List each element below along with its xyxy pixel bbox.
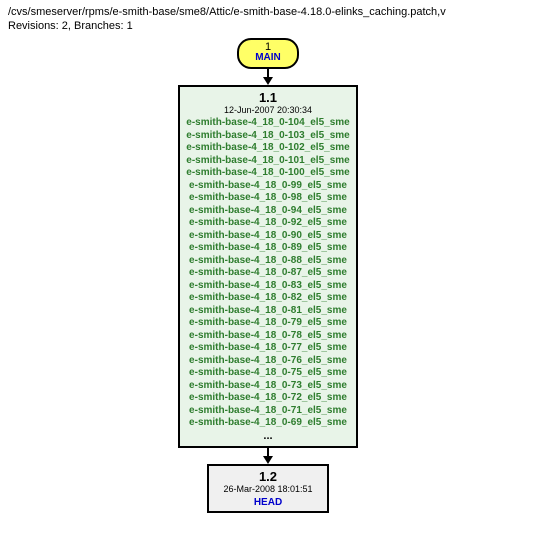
- tag: e-smith-base-4_18_0-69_el5_sme: [186, 417, 349, 430]
- revision-node-1-1[interactable]: 1.1 12-Jun-2007 20:30:34 e-smith-base-4_…: [178, 85, 357, 448]
- tag: e-smith-base-4_18_0-87_el5_sme: [186, 267, 349, 280]
- head-label: HEAD: [223, 497, 313, 508]
- tag: e-smith-base-4_18_0-94_el5_sme: [186, 205, 349, 218]
- file-path: /cvs/smeserver/rpms/e-smith-base/sme8/At…: [8, 6, 528, 18]
- tag: e-smith-base-4_18_0-73_el5_sme: [186, 380, 349, 393]
- tag: e-smith-base-4_18_0-82_el5_sme: [186, 292, 349, 305]
- revision-graph: 1 MAIN 1.1 12-Jun-2007 20:30:34 e-smith-…: [8, 38, 528, 513]
- tag: e-smith-base-4_18_0-102_el5_sme: [186, 142, 349, 155]
- tag: e-smith-base-4_18_0-89_el5_sme: [186, 242, 349, 255]
- revision-number: 1.2: [223, 469, 313, 485]
- tag: e-smith-base-4_18_0-103_el5_sme: [186, 130, 349, 143]
- revision-summary: Revisions: 2, Branches: 1: [8, 20, 528, 32]
- revision-number: 1.1: [186, 90, 349, 106]
- tag: e-smith-base-4_18_0-77_el5_sme: [186, 342, 349, 355]
- tag: e-smith-base-4_18_0-71_el5_sme: [186, 405, 349, 418]
- tag: e-smith-base-4_18_0-81_el5_sme: [186, 305, 349, 318]
- arrow-down-icon: [263, 77, 273, 85]
- branch-name: MAIN: [249, 53, 287, 63]
- connector: [263, 69, 273, 85]
- tag: e-smith-base-4_18_0-79_el5_sme: [186, 317, 349, 330]
- tag: e-smith-base-4_18_0-75_el5_sme: [186, 367, 349, 380]
- tag: e-smith-base-4_18_0-92_el5_sme: [186, 217, 349, 230]
- revision-timestamp: 26-Mar-2008 18:01:51: [223, 485, 313, 495]
- tag: e-smith-base-4_18_0-88_el5_sme: [186, 255, 349, 268]
- tag-list: e-smith-base-4_18_0-104_el5_smee-smith-b…: [186, 117, 349, 430]
- arrow-down-icon: [263, 456, 273, 464]
- tag: e-smith-base-4_18_0-72_el5_sme: [186, 392, 349, 405]
- tag: e-smith-base-4_18_0-76_el5_sme: [186, 355, 349, 368]
- tag: e-smith-base-4_18_0-90_el5_sme: [186, 230, 349, 243]
- tag: e-smith-base-4_18_0-100_el5_sme: [186, 167, 349, 180]
- tag: e-smith-base-4_18_0-98_el5_sme: [186, 192, 349, 205]
- tag: e-smith-base-4_18_0-83_el5_sme: [186, 280, 349, 293]
- tags-truncated: ...: [186, 430, 349, 443]
- connector: [263, 448, 273, 464]
- tag: e-smith-base-4_18_0-104_el5_sme: [186, 117, 349, 130]
- branch-node[interactable]: 1 MAIN: [237, 38, 299, 69]
- tag: e-smith-base-4_18_0-99_el5_sme: [186, 180, 349, 193]
- tag: e-smith-base-4_18_0-101_el5_sme: [186, 155, 349, 168]
- revision-node-1-2[interactable]: 1.2 26-Mar-2008 18:01:51 HEAD: [207, 464, 329, 512]
- revision-timestamp: 12-Jun-2007 20:30:34: [186, 106, 349, 116]
- tag: e-smith-base-4_18_0-78_el5_sme: [186, 330, 349, 343]
